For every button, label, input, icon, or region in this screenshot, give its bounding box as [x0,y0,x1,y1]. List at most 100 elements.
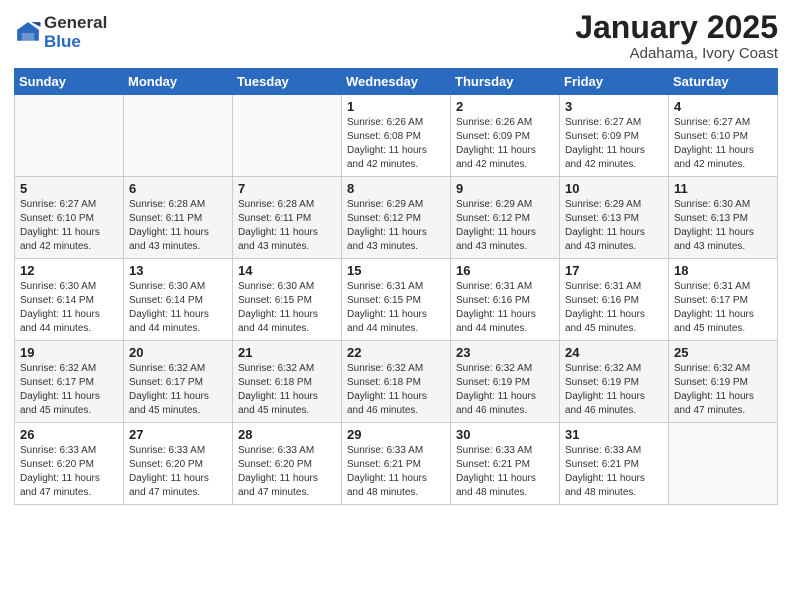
col-saturday: Saturday [669,69,778,95]
day-info: Sunrise: 6:30 AMSunset: 6:15 PMDaylight:… [238,280,336,336]
day-number: 28 [238,427,336,442]
day-info: Sunrise: 6:28 AMSunset: 6:11 PMDaylight:… [238,198,336,254]
day-info: Sunrise: 6:32 AMSunset: 6:18 PMDaylight:… [347,362,445,418]
calendar-cell: 8 Sunrise: 6:29 AMSunset: 6:12 PMDaylight… [342,177,451,259]
day-info: Sunrise: 6:32 AMSunset: 6:19 PMDaylight:… [456,362,554,418]
calendar-cell: 18 Sunrise: 6:31 AMSunset: 6:17 PMDayligh… [669,259,778,341]
calendar-week-3: 12 Sunrise: 6:30 AMSunset: 6:14 PMDayligh… [15,259,778,341]
day-number: 31 [565,427,663,442]
calendar-cell [15,95,124,177]
calendar-week-4: 19 Sunrise: 6:32 AMSunset: 6:17 PMDayligh… [15,341,778,423]
day-number: 11 [674,181,772,196]
day-number: 27 [129,427,227,442]
day-number: 1 [347,99,445,114]
logo-icon [14,19,42,47]
col-thursday: Thursday [451,69,560,95]
day-number: 18 [674,263,772,278]
day-info: Sunrise: 6:28 AMSunset: 6:11 PMDaylight:… [129,198,227,254]
day-number: 24 [565,345,663,360]
calendar-cell: 5 Sunrise: 6:27 AMSunset: 6:10 PMDaylight… [15,177,124,259]
day-number: 19 [20,345,118,360]
calendar-cell: 24 Sunrise: 6:32 AMSunset: 6:19 PMDayligh… [560,341,669,423]
day-info: Sunrise: 6:33 AMSunset: 6:21 PMDaylight:… [565,444,663,500]
header: General Blue January 2025 Adahama, Ivory… [14,10,778,62]
calendar-cell: 4 Sunrise: 6:27 AMSunset: 6:10 PMDaylight… [669,95,778,177]
day-number: 29 [347,427,445,442]
day-number: 17 [565,263,663,278]
day-number: 21 [238,345,336,360]
day-info: Sunrise: 6:30 AMSunset: 6:14 PMDaylight:… [129,280,227,336]
day-number: 30 [456,427,554,442]
calendar-cell: 13 Sunrise: 6:30 AMSunset: 6:14 PMDayligh… [124,259,233,341]
day-number: 16 [456,263,554,278]
day-info: Sunrise: 6:29 AMSunset: 6:13 PMDaylight:… [565,198,663,254]
calendar-cell: 9Sunrise: 6:29 AMSunset: 6:12 PMDaylight… [451,177,560,259]
day-number: 8 [347,181,445,196]
day-info: Sunrise: 6:27 AMSunset: 6:10 PMDaylight:… [20,198,118,254]
day-info: Sunrise: 6:33 AMSunset: 6:20 PMDaylight:… [20,444,118,500]
calendar-week-1: 1 Sunrise: 6:26 AMSunset: 6:08 PMDaylight… [15,95,778,177]
calendar-cell: 22 Sunrise: 6:32 AMSunset: 6:18 PMDayligh… [342,341,451,423]
day-number: 2 [456,99,554,114]
day-info: Sunrise: 6:31 AMSunset: 6:16 PMDaylight:… [456,280,554,336]
day-number: 5 [20,181,118,196]
col-sunday: Sunday [15,69,124,95]
calendar-cell: 29 Sunrise: 6:33 AMSunset: 6:21 PMDayligh… [342,423,451,505]
day-info: Sunrise: 6:27 AMSunset: 6:09 PMDaylight:… [565,116,663,172]
day-info: Sunrise: 6:27 AMSunset: 6:10 PMDaylight:… [674,116,772,172]
day-info: Sunrise: 6:32 AMSunset: 6:19 PMDaylight:… [565,362,663,418]
day-number: 4 [674,99,772,114]
calendar-cell: 10Sunrise: 6:29 AMSunset: 6:13 PMDayligh… [560,177,669,259]
calendar-cell: 20 Sunrise: 6:32 AMSunset: 6:17 PMDayligh… [124,341,233,423]
day-number: 22 [347,345,445,360]
calendar: Sunday Monday Tuesday Wednesday Thursday… [14,68,778,505]
title-area: January 2025 Adahama, Ivory Coast [575,10,778,62]
calendar-cell: 27Sunrise: 6:33 AMSunset: 6:20 PMDayligh… [124,423,233,505]
day-info: Sunrise: 6:26 AMSunset: 6:08 PMDaylight:… [347,116,445,172]
day-info: Sunrise: 6:31 AMSunset: 6:16 PMDaylight:… [565,280,663,336]
calendar-cell: 25Sunrise: 6:32 AMSunset: 6:19 PMDayligh… [669,341,778,423]
calendar-cell: 30 Sunrise: 6:33 AMSunset: 6:21 PMDayligh… [451,423,560,505]
calendar-cell: 3Sunrise: 6:27 AMSunset: 6:09 PMDaylight… [560,95,669,177]
day-number: 26 [20,427,118,442]
day-number: 13 [129,263,227,278]
calendar-week-5: 26 Sunrise: 6:33 AMSunset: 6:20 PMDayligh… [15,423,778,505]
day-info: Sunrise: 6:30 AMSunset: 6:14 PMDaylight:… [20,280,118,336]
col-tuesday: Tuesday [233,69,342,95]
location: Adahama, Ivory Coast [575,45,778,62]
calendar-week-2: 5 Sunrise: 6:27 AMSunset: 6:10 PMDaylight… [15,177,778,259]
calendar-cell: 12 Sunrise: 6:30 AMSunset: 6:14 PMDayligh… [15,259,124,341]
page: General Blue January 2025 Adahama, Ivory… [0,0,792,612]
logo: General Blue [14,14,107,51]
calendar-cell: 21Sunrise: 6:32 AMSunset: 6:18 PMDayligh… [233,341,342,423]
day-info: Sunrise: 6:33 AMSunset: 6:21 PMDaylight:… [456,444,554,500]
day-number: 15 [347,263,445,278]
day-number: 20 [129,345,227,360]
day-info: Sunrise: 6:32 AMSunset: 6:19 PMDaylight:… [674,362,772,418]
calendar-cell: 31 Sunrise: 6:33 AMSunset: 6:21 PMDayligh… [560,423,669,505]
col-friday: Friday [560,69,669,95]
day-info: Sunrise: 6:32 AMSunset: 6:17 PMDaylight:… [129,362,227,418]
col-wednesday: Wednesday [342,69,451,95]
calendar-cell [124,95,233,177]
day-number: 6 [129,181,227,196]
logo-blue: Blue [44,33,107,52]
day-number: 14 [238,263,336,278]
logo-general: General [44,14,107,33]
day-info: Sunrise: 6:33 AMSunset: 6:20 PMDaylight:… [238,444,336,500]
month-title: January 2025 [575,10,778,45]
calendar-cell: 11Sunrise: 6:30 AMSunset: 6:13 PMDayligh… [669,177,778,259]
calendar-cell: 14 Sunrise: 6:30 AMSunset: 6:15 PMDayligh… [233,259,342,341]
calendar-cell: 16 Sunrise: 6:31 AMSunset: 6:16 PMDayligh… [451,259,560,341]
calendar-cell: 2Sunrise: 6:26 AMSunset: 6:09 PMDaylight… [451,95,560,177]
day-info: Sunrise: 6:29 AMSunset: 6:12 PMDaylight:… [347,198,445,254]
calendar-cell: 28 Sunrise: 6:33 AMSunset: 6:20 PMDayligh… [233,423,342,505]
calendar-cell: 1 Sunrise: 6:26 AMSunset: 6:08 PMDaylight… [342,95,451,177]
calendar-cell: 17 Sunrise: 6:31 AMSunset: 6:16 PMDayligh… [560,259,669,341]
day-number: 12 [20,263,118,278]
calendar-cell: 6 Sunrise: 6:28 AMSunset: 6:11 PMDaylight… [124,177,233,259]
day-info: Sunrise: 6:33 AMSunset: 6:21 PMDaylight:… [347,444,445,500]
calendar-cell [233,95,342,177]
calendar-cell: 19Sunrise: 6:32 AMSunset: 6:17 PMDayligh… [15,341,124,423]
day-info: Sunrise: 6:31 AMSunset: 6:17 PMDaylight:… [674,280,772,336]
